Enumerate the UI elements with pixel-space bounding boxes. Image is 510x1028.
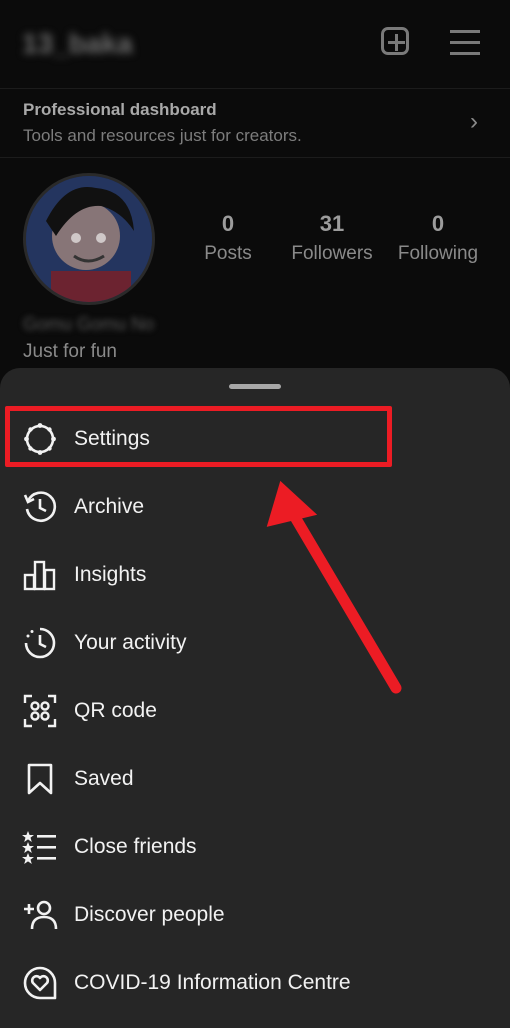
star-list-icon xyxy=(22,831,56,864)
menu-item-label: Archive xyxy=(74,495,145,518)
display-name: Gomu Gomu No xyxy=(23,314,155,334)
menu-item-qr-code[interactable]: QR code xyxy=(0,682,510,742)
avatar[interactable] xyxy=(23,173,155,305)
menu-item-saved[interactable]: Saved xyxy=(0,750,510,810)
qr-code-icon xyxy=(23,694,57,728)
chevron-right-icon: › xyxy=(470,108,478,135)
professional-dashboard[interactable]: Professional dashboard Tools and resourc… xyxy=(0,88,510,158)
add-person-icon xyxy=(24,900,58,930)
menu-item-label: QR code xyxy=(74,699,157,722)
stat-posts[interactable]: 0 Posts xyxy=(173,211,283,265)
dashboard-subtitle: Tools and resources just for creators. xyxy=(23,126,302,145)
menu-item-your-activity[interactable]: Your activity xyxy=(0,614,510,674)
stat-value: 0 xyxy=(221,211,235,236)
dashboard-title: Professional dashboard xyxy=(23,100,217,119)
stat-label: Followers xyxy=(291,243,373,264)
stat-following[interactable]: 0 Following xyxy=(383,211,493,265)
drag-handle[interactable] xyxy=(229,384,281,389)
menu-item-label: Saved xyxy=(74,767,134,790)
menu-item-insights[interactable]: Insights xyxy=(0,546,510,606)
bio-text: Just for fun xyxy=(23,341,117,362)
bookmark-icon xyxy=(27,763,53,795)
stat-followers[interactable]: 31 Followers xyxy=(277,211,387,265)
stat-label: Posts xyxy=(204,243,252,264)
settings-highlight-box xyxy=(5,406,392,467)
menu-item-discover-people[interactable]: Discover people xyxy=(0,886,510,946)
menu-item-close-friends[interactable]: Close friends xyxy=(0,818,510,878)
menu-bottom-sheet: Settings Archive Insights Your activity xyxy=(0,368,510,1028)
menu-item-label: COVID-19 Information Centre xyxy=(74,971,351,994)
menu-item-label: Close friends xyxy=(74,835,197,858)
bar-chart-icon xyxy=(23,560,56,591)
stat-label: Following xyxy=(397,243,479,264)
stat-value: 0 xyxy=(431,211,445,236)
username[interactable]: 13_baka xyxy=(22,28,133,60)
info-heart-icon xyxy=(23,966,57,1000)
top-bar: 13_baka xyxy=(0,0,510,88)
menu-item-label: Discover people xyxy=(74,903,225,926)
menu-item-archive[interactable]: Archive xyxy=(0,478,510,538)
activity-clock-icon xyxy=(24,627,56,659)
archive-clock-icon xyxy=(23,491,57,522)
plus-square-icon[interactable] xyxy=(381,27,409,55)
menu-item-label: Insights xyxy=(74,563,147,586)
stat-value: 31 xyxy=(319,211,345,236)
hamburger-icon[interactable] xyxy=(450,30,480,56)
menu-item-label: Your activity xyxy=(74,631,187,654)
menu-item-covid-information-centre[interactable]: COVID-19 Information Centre xyxy=(0,954,510,1014)
